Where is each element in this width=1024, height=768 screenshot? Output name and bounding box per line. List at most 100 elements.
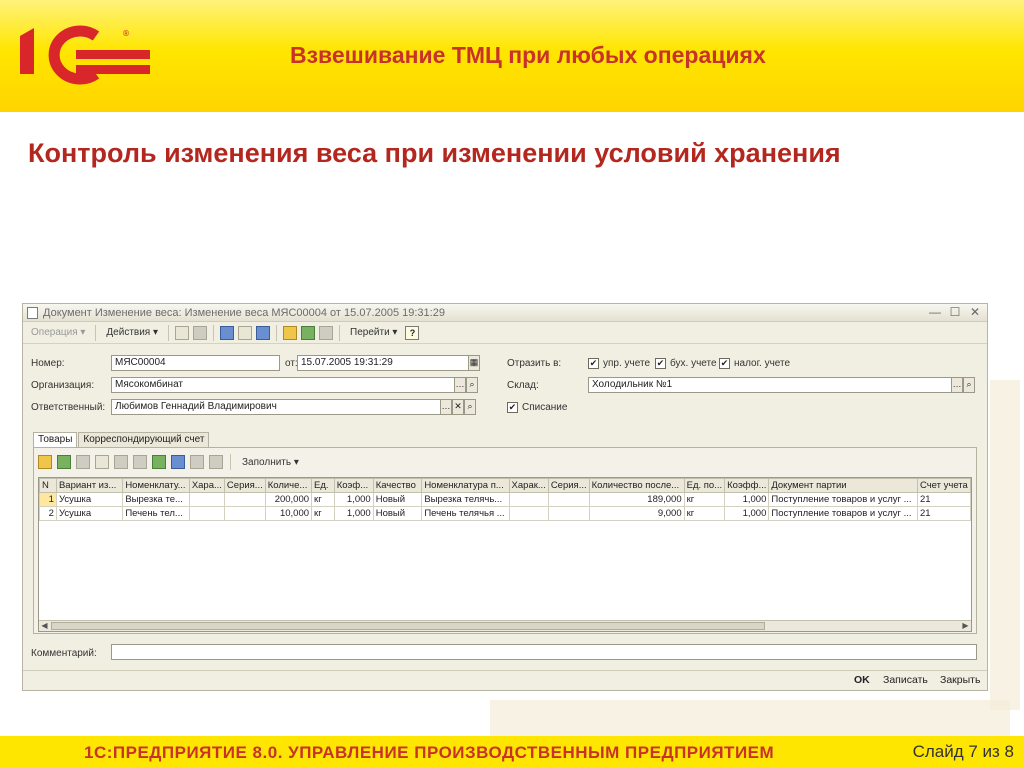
table-row[interactable]: 1 Усушка Вырезка те... 200,000 кг 1,000 … — [39, 492, 971, 507]
ok-button[interactable]: OK — [854, 674, 870, 686]
select-button[interactable]: … — [454, 377, 466, 393]
operation-menu[interactable]: Операция ▾ — [27, 326, 89, 339]
search-icon[interactable]: ⌕ — [464, 399, 476, 415]
table-cell[interactable]: 1 — [39, 492, 57, 507]
writeoff-checkbox[interactable]: ✔ — [507, 402, 518, 413]
table-cell[interactable] — [508, 506, 549, 521]
table-cell[interactable]: кг — [311, 506, 335, 521]
table-cell[interactable]: 9,000 — [588, 506, 685, 521]
print-icon[interactable] — [319, 325, 334, 340]
table-cell[interactable] — [547, 492, 590, 507]
comment-field[interactable] — [111, 644, 977, 660]
move-up-icon[interactable] — [152, 455, 166, 469]
table-cell[interactable]: 200,000 — [264, 492, 313, 507]
column-header[interactable]: Вариант из... — [55, 478, 124, 493]
fill-menu[interactable]: Заполнить ▾ — [238, 456, 303, 469]
scroll-left-icon[interactable]: ◀ — [39, 621, 50, 631]
table-cell[interactable]: Усушка — [55, 492, 124, 507]
goto-menu[interactable]: Перейти ▾ — [346, 326, 401, 339]
table-cell[interactable] — [188, 492, 225, 507]
column-header[interactable]: Серия... — [223, 478, 266, 493]
column-header[interactable]: Количество после... — [588, 478, 685, 493]
scrollbar-thumb[interactable] — [51, 622, 765, 630]
tax-accounting-checkbox[interactable]: ✔ — [719, 358, 730, 369]
table-cell[interactable]: 10,000 — [264, 506, 313, 521]
refresh-icon[interactable] — [238, 325, 253, 340]
table-cell[interactable]: 1,000 — [724, 492, 770, 507]
close-button[interactable]: Закрыть — [940, 674, 980, 686]
table-cell[interactable]: Усушка — [55, 506, 124, 521]
table-cell[interactable] — [223, 506, 266, 521]
number-field[interactable]: МЯС00004 — [111, 355, 280, 371]
column-header[interactable]: Коэф... — [333, 478, 374, 493]
table-cell[interactable] — [547, 506, 590, 521]
book-accounting-checkbox[interactable]: ✔ — [655, 358, 666, 369]
calendar-icon[interactable]: ▦ — [468, 355, 480, 371]
movements-icon[interactable] — [301, 325, 316, 340]
column-header[interactable]: Документ партии — [768, 478, 918, 493]
copy-row-icon[interactable] — [57, 455, 71, 469]
tab-goods[interactable]: Товары — [33, 432, 78, 447]
select-button[interactable]: … — [951, 377, 963, 393]
table-cell[interactable]: 21 — [916, 506, 971, 521]
help-icon[interactable]: ? — [405, 325, 420, 340]
column-header[interactable]: Серия... — [547, 478, 590, 493]
table-cell[interactable]: 1,000 — [333, 506, 374, 521]
save-button[interactable]: Записать — [883, 674, 928, 686]
post-icon[interactable] — [283, 325, 298, 340]
column-header[interactable]: N — [39, 478, 57, 493]
date-field[interactable]: 15.07.2005 19:31:29 — [297, 355, 469, 371]
table-cell[interactable]: 1,000 — [724, 506, 770, 521]
delete-row-icon[interactable] — [95, 455, 109, 469]
select-button[interactable]: … — [440, 399, 452, 415]
select-icon[interactable] — [133, 455, 147, 469]
table-cell[interactable]: Печень телячья ... — [421, 506, 510, 521]
edit-row-icon[interactable] — [76, 455, 90, 469]
column-header[interactable]: Количе... — [264, 478, 313, 493]
column-header[interactable]: Харак... — [508, 478, 549, 493]
column-header[interactable]: Хара... — [188, 478, 225, 493]
back-arrow-icon[interactable] — [220, 325, 235, 340]
table-cell[interactable] — [223, 492, 266, 507]
scroll-right-icon[interactable]: ▶ — [960, 621, 971, 631]
maximize-button[interactable]: ☐ — [949, 305, 961, 319]
table-cell[interactable]: кг — [311, 492, 335, 507]
add-row-icon[interactable] — [38, 455, 52, 469]
list-icon[interactable] — [175, 325, 190, 340]
column-header[interactable]: Номенклату... — [122, 478, 190, 493]
table-cell[interactable]: Новый — [372, 506, 423, 521]
column-header[interactable]: Счет учета — [916, 478, 971, 493]
organization-field[interactable]: Мясокомбинат — [111, 377, 455, 393]
horizontal-scrollbar[interactable]: ◀ ▶ — [39, 620, 971, 631]
actions-menu[interactable]: Действия ▾ — [102, 326, 162, 339]
table-cell[interactable]: кг — [683, 506, 726, 521]
minimize-button[interactable]: — — [929, 305, 941, 319]
table-cell[interactable]: Печень тел... — [122, 506, 190, 521]
responsible-field[interactable]: Любимов Геннадий Владимирович — [111, 399, 441, 415]
table-cell[interactable]: Поступление товаров и услуг ... — [768, 506, 918, 521]
table-cell[interactable]: Вырезка телячь... — [421, 492, 510, 507]
table-cell[interactable] — [188, 506, 225, 521]
end-edit-icon[interactable] — [114, 455, 128, 469]
sort-asc-icon[interactable] — [190, 455, 204, 469]
structure-icon[interactable] — [193, 325, 208, 340]
warehouse-field[interactable]: Холодильник №1 — [588, 377, 952, 393]
mgmt-accounting-checkbox[interactable]: ✔ — [588, 358, 599, 369]
table-row[interactable]: 2 Усушка Печень тел... 10,000 кг 1,000 Н… — [39, 506, 971, 521]
column-header[interactable]: Номенклатура п... — [421, 478, 510, 493]
table-cell[interactable]: Новый — [372, 492, 423, 507]
clear-icon[interactable]: ✕ — [452, 399, 464, 415]
table-cell[interactable]: 2 — [39, 506, 57, 521]
search-icon[interactable]: ⌕ — [963, 377, 975, 393]
table-cell[interactable]: Вырезка те... — [122, 492, 190, 507]
table-cell[interactable]: 1,000 — [333, 492, 374, 507]
table-cell[interactable]: 21 — [916, 492, 971, 507]
table-cell[interactable]: кг — [683, 492, 726, 507]
column-header[interactable]: Качество — [372, 478, 423, 493]
close-window-button[interactable]: ✕ — [969, 305, 981, 319]
column-header[interactable]: Коэфф... — [724, 478, 770, 493]
table-cell[interactable]: 189,000 — [588, 492, 685, 507]
move-down-icon[interactable] — [171, 455, 185, 469]
table-cell[interactable] — [508, 492, 549, 507]
column-header[interactable]: Ед. — [311, 478, 335, 493]
